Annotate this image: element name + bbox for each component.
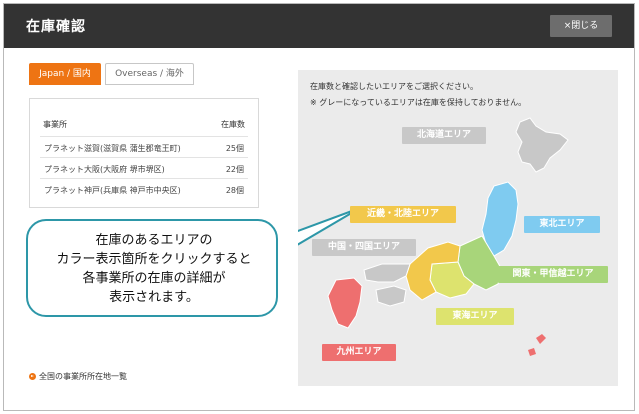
- area-label-hokkaido[interactable]: 北海道エリア: [402, 127, 486, 144]
- column-header-stock: 在庫数: [221, 120, 245, 129]
- arrow-circle-icon: [29, 373, 36, 380]
- callout-line: 在庫のあるエリアの: [95, 233, 213, 248]
- stock-check-dialog: 在庫確認 ×閉じる Japan / 国内 Overseas / 海外 事業所 在…: [3, 3, 635, 411]
- office-name: プラネット滋賀(滋賀県 蒲生郡竜王町): [44, 144, 181, 153]
- column-header-office: 事業所: [43, 120, 67, 129]
- dialog-title: 在庫確認: [26, 19, 86, 35]
- area-label-kinki-hokuriku[interactable]: 近畿・北陸エリア: [350, 206, 456, 223]
- dialog-header: 在庫確認 ×閉じる: [4, 4, 634, 48]
- table-row: プラネット滋賀(滋賀県 蒲生郡竜王町) 25個: [40, 136, 248, 157]
- table-row: プラネット神戸(兵庫県 神戸市中央区) 28個: [40, 178, 248, 199]
- callout-line: 各事業所の在庫の詳細が: [82, 271, 226, 286]
- map-region-shikoku: [375, 285, 407, 307]
- office-name: プラネット神戸(兵庫県 神戸市中央区): [44, 186, 181, 195]
- callout-line: 表示されます。: [109, 290, 199, 305]
- japan-map-panel: 在庫数と確認したいエリアをご選択ください。 ※ グレーになっているエリアは在庫を…: [298, 70, 618, 386]
- stock-count: 22個: [225, 165, 244, 174]
- stock-count: 28個: [225, 186, 244, 195]
- office-list-link-label: 全国の事業所所在地一覧: [39, 372, 127, 381]
- callout-line: カラー表示箇所をクリックすると: [56, 252, 252, 267]
- area-label-kyushu[interactable]: 九州エリア: [322, 344, 396, 361]
- office-list-link[interactable]: 全国の事業所所在地一覧: [29, 371, 127, 382]
- area-label-tokai[interactable]: 東海エリア: [436, 308, 514, 325]
- tab-japan[interactable]: Japan / 国内: [29, 63, 101, 85]
- map-region-chugoku: [363, 263, 411, 283]
- stock-count: 25個: [225, 144, 244, 153]
- stock-table: 事業所 在庫数 プラネット滋賀(滋賀県 蒲生郡竜王町) 25個 プラネット大阪(…: [29, 98, 259, 208]
- callout-bubble: 在庫のあるエリアの カラー表示箇所をクリックすると 各事業所の在庫の詳細が 表示…: [26, 219, 278, 317]
- area-label-chugoku-shikoku[interactable]: 中国・四国エリア: [312, 239, 416, 256]
- area-label-kanto-koshinetsu[interactable]: 関東・甲信越エリア: [498, 266, 608, 283]
- office-name: プラネット大阪(大阪府 堺市堺区): [44, 165, 165, 174]
- tab-overseas[interactable]: Overseas / 海外: [105, 63, 194, 85]
- area-label-tohoku[interactable]: 東北エリア: [524, 216, 600, 233]
- table-row: プラネット大阪(大阪府 堺市堺区) 22個: [40, 157, 248, 178]
- map-region-hokkaido: [515, 117, 569, 173]
- map-region-okinawa: [536, 334, 546, 344]
- map-region-kyushu: [327, 277, 363, 329]
- close-button[interactable]: ×閉じる: [550, 15, 612, 37]
